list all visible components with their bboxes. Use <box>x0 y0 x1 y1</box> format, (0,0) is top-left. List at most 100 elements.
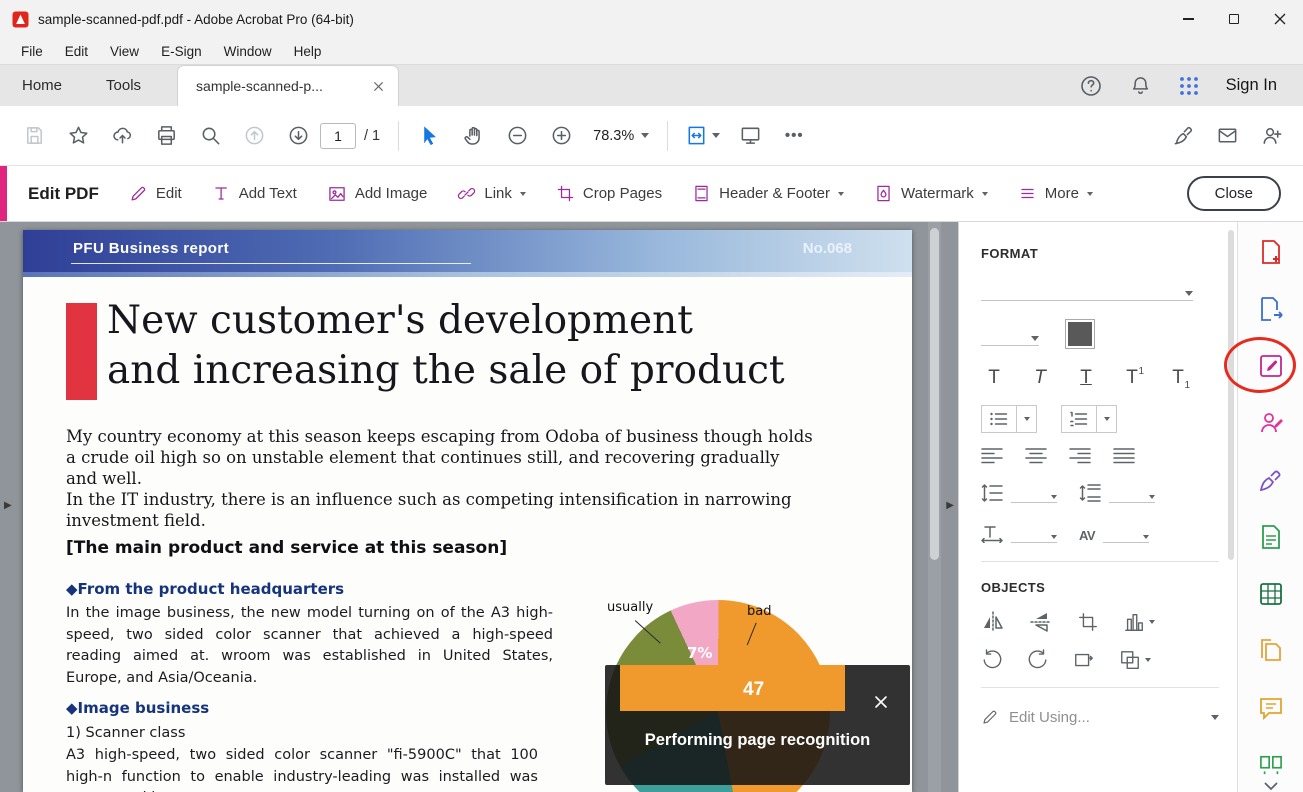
edit-label: Edit <box>156 185 182 202</box>
menu-help[interactable]: Help <box>283 41 333 62</box>
document-area[interactable]: PFU Business report No.068 New customer'… <box>0 222 958 792</box>
scrollbar-thumb[interactable] <box>930 228 939 560</box>
tab-document[interactable]: sample-scanned-p... <box>177 65 399 106</box>
align-center-icon[interactable] <box>1025 447 1047 465</box>
panel-scrollbar[interactable] <box>1228 230 1234 560</box>
zoom-level-dropdown[interactable]: 78.3% <box>583 122 659 150</box>
align-justify-icon[interactable] <box>1113 447 1135 465</box>
edit-pdf-tool[interactable] <box>1256 351 1286 381</box>
menu-esign[interactable]: E-Sign <box>150 41 213 62</box>
bulleted-list-button[interactable] <box>981 405 1017 433</box>
envelope-icon <box>1216 124 1239 147</box>
horizontal-scale-select[interactable] <box>1011 521 1057 543</box>
close-window-button[interactable] <box>1257 0 1303 38</box>
edit-using-dropdown[interactable]: Edit Using... <box>981 706 1219 726</box>
font-color-swatch[interactable] <box>1065 319 1095 349</box>
menu-file[interactable]: File <box>10 41 54 62</box>
add-text-button[interactable]: Add Text <box>212 184 297 203</box>
align-objects-dropdown[interactable] <box>1123 611 1155 633</box>
add-image-button[interactable]: Add Image <box>327 184 428 204</box>
share-person-button[interactable] <box>1249 115 1293 157</box>
close-toast-icon[interactable] <box>874 695 888 709</box>
more-tools-button[interactable]: ••• <box>772 115 816 157</box>
bold-button[interactable]: T <box>981 365 1007 391</box>
menu-window[interactable]: Window <box>213 41 283 62</box>
maximize-button[interactable] <box>1211 0 1257 38</box>
export-pdf-tool[interactable] <box>1256 294 1286 324</box>
comment-tool[interactable] <box>1256 693 1286 723</box>
sub2-line1: 1) Scanner class <box>66 723 553 745</box>
previous-page-button[interactable] <box>232 115 276 157</box>
watermark-dropdown[interactable]: Watermark <box>874 184 988 203</box>
numbered-list-button[interactable] <box>1061 405 1097 433</box>
panel-collapse-handle-left[interactable]: ▶ <box>4 500 12 511</box>
flip-horizontal-icon[interactable] <box>981 611 1005 633</box>
create-pdf-tool[interactable] <box>1256 237 1286 267</box>
select-tool-button[interactable] <box>407 115 451 157</box>
line-spacing-select[interactable] <box>1011 481 1057 503</box>
paragraph-spacing-select[interactable] <box>1109 481 1155 503</box>
crop-object-icon[interactable] <box>1077 611 1099 633</box>
print-button[interactable] <box>144 115 188 157</box>
next-page-button[interactable] <box>276 115 320 157</box>
underline-button[interactable]: T <box>1073 365 1099 391</box>
page-number-input[interactable] <box>320 123 356 149</box>
page-fit-dropdown[interactable] <box>676 115 728 157</box>
edit-button[interactable]: Edit <box>129 184 182 203</box>
flip-vertical-icon[interactable] <box>1029 611 1053 633</box>
send-mail-button[interactable] <box>1205 115 1249 157</box>
objects-title: OBJECTS <box>981 580 1219 595</box>
link-dropdown[interactable]: Link <box>457 184 526 203</box>
notifications-bell-icon[interactable] <box>1129 74 1152 97</box>
help-icon[interactable] <box>1079 74 1103 98</box>
bulleted-list-dropdown[interactable] <box>1017 405 1037 433</box>
close-edit-button[interactable]: Close <box>1187 176 1281 211</box>
arrange-objects-dropdown[interactable] <box>1119 649 1151 671</box>
organize-pages-tool[interactable] <box>1256 750 1286 780</box>
kerning-select[interactable] <box>1103 521 1149 543</box>
close-tab-icon[interactable] <box>373 81 384 92</box>
tab-home[interactable]: Home <box>0 65 84 106</box>
export-excel-tool[interactable] <box>1256 579 1286 609</box>
tab-tools[interactable]: Tools <box>84 65 163 106</box>
sign-in-button[interactable]: Sign In <box>1226 76 1277 95</box>
rotate-counterclockwise-icon[interactable] <box>981 649 1003 671</box>
align-left-icon[interactable] <box>981 447 1003 465</box>
numbered-list-dropdown[interactable] <box>1097 405 1117 433</box>
hand-tool-button[interactable] <box>451 115 495 157</box>
subscript-button[interactable]: T1 <box>1165 365 1191 391</box>
star-icon <box>67 124 90 147</box>
panel-collapse-handle-right[interactable]: ▶ <box>946 500 954 511</box>
request-signatures-tool[interactable] <box>1256 408 1286 438</box>
headline-line1: New customer's development <box>107 296 785 346</box>
star-favorite-button[interactable] <box>56 115 100 157</box>
crop-pages-button[interactable]: Crop Pages <box>556 184 662 203</box>
document-scrollbar[interactable] <box>928 222 941 792</box>
replace-image-icon[interactable] <box>1073 649 1095 671</box>
zoom-in-button[interactable] <box>539 115 583 157</box>
read-mode-button[interactable] <box>728 115 772 157</box>
fill-sign-tool[interactable] <box>1256 465 1286 495</box>
combine-files-tool[interactable] <box>1256 636 1286 666</box>
header-footer-dropdown[interactable]: Header & Footer <box>692 184 844 203</box>
menu-edit[interactable]: Edit <box>54 41 99 62</box>
menu-view[interactable]: View <box>99 41 150 62</box>
superscript-button[interactable]: T1 <box>1119 365 1145 391</box>
app-grid-icon[interactable] <box>1178 75 1200 97</box>
font-size-select[interactable] <box>981 322 1039 346</box>
arrange-objects-icon <box>1119 649 1141 671</box>
find-button[interactable] <box>188 115 232 157</box>
rotate-clockwise-icon[interactable] <box>1027 649 1049 671</box>
bulleted-list-icon <box>989 411 1009 427</box>
italic-button[interactable]: T <box>1027 365 1053 391</box>
font-family-select[interactable] <box>981 277 1193 301</box>
save-button[interactable] <box>12 115 56 157</box>
cloud-upload-button[interactable] <box>100 115 144 157</box>
more-dropdown[interactable]: More <box>1018 184 1093 203</box>
zoom-out-button[interactable] <box>495 115 539 157</box>
chevron-down-icon[interactable] <box>1264 782 1278 791</box>
align-right-icon[interactable] <box>1069 447 1091 465</box>
minimize-button[interactable] <box>1165 0 1211 38</box>
create-form-tool[interactable] <box>1256 522 1286 552</box>
sign-pen-button[interactable] <box>1161 115 1205 157</box>
